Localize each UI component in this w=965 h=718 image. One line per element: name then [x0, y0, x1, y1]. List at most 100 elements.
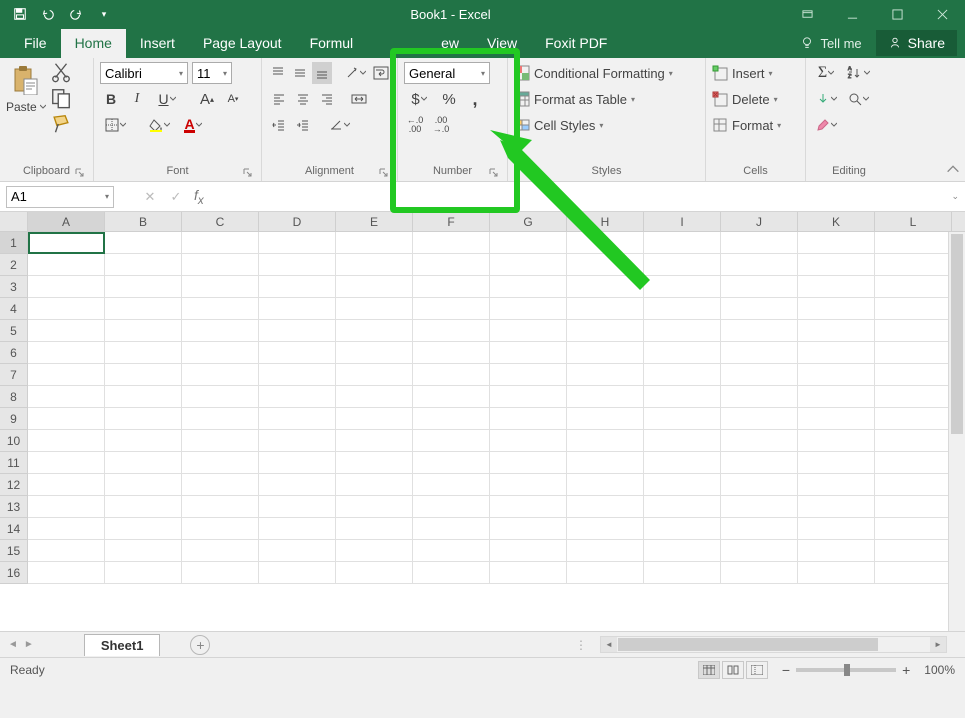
cell[interactable] [413, 298, 490, 320]
tab-split-handle[interactable]: ⋮ [575, 638, 587, 652]
cell[interactable] [567, 540, 644, 562]
cell[interactable] [490, 474, 567, 496]
align-middle-icon[interactable] [290, 62, 310, 84]
cell[interactable] [259, 540, 336, 562]
cell[interactable] [798, 562, 875, 584]
cell[interactable] [644, 474, 721, 496]
cell[interactable] [875, 320, 952, 342]
cell[interactable] [28, 232, 105, 254]
cell[interactable] [336, 364, 413, 386]
cell[interactable] [567, 298, 644, 320]
tab-foxit-pdf[interactable]: Foxit PDF [531, 29, 621, 58]
cell[interactable] [875, 276, 952, 298]
cell[interactable] [336, 254, 413, 276]
col-header[interactable]: D [259, 212, 336, 231]
new-sheet-button[interactable]: + [190, 635, 210, 655]
cell[interactable] [490, 408, 567, 430]
cell[interactable] [182, 562, 259, 584]
cell[interactable] [182, 232, 259, 254]
cell[interactable] [875, 232, 952, 254]
row-header[interactable]: 10 [0, 430, 28, 452]
cell-styles-button[interactable]: Cell Styles▾ [514, 114, 699, 136]
cell[interactable] [721, 562, 798, 584]
fx-icon[interactable]: fx [194, 187, 204, 207]
cell[interactable] [567, 386, 644, 408]
col-header[interactable]: E [336, 212, 413, 231]
cell[interactable] [259, 518, 336, 540]
cell[interactable] [105, 232, 182, 254]
number-launcher-icon[interactable] [489, 168, 499, 178]
tab-file[interactable]: File [10, 29, 61, 58]
cell[interactable] [644, 320, 721, 342]
cell[interactable] [721, 430, 798, 452]
row-header[interactable]: 3 [0, 276, 28, 298]
col-header[interactable]: A [28, 212, 105, 231]
ribbon-options-icon[interactable] [785, 0, 830, 28]
cell[interactable] [644, 364, 721, 386]
cell[interactable] [567, 276, 644, 298]
cell[interactable] [182, 254, 259, 276]
cell[interactable] [798, 342, 875, 364]
paste-button[interactable]: Paste [6, 100, 46, 114]
cell[interactable] [336, 342, 413, 364]
cell[interactable] [28, 408, 105, 430]
shrink-font-button[interactable]: A▾ [222, 88, 244, 110]
cell[interactable] [28, 320, 105, 342]
cell[interactable] [875, 386, 952, 408]
cell[interactable] [413, 364, 490, 386]
cell[interactable] [875, 408, 952, 430]
tab-insert[interactable]: Insert [126, 29, 189, 58]
cell[interactable] [259, 474, 336, 496]
cell[interactable] [182, 364, 259, 386]
cell[interactable] [28, 540, 105, 562]
scroll-right-icon[interactable]: ► [930, 637, 946, 652]
row-header[interactable]: 2 [0, 254, 28, 276]
increase-indent-icon[interactable] [292, 114, 314, 136]
cell[interactable] [721, 386, 798, 408]
cell[interactable] [567, 320, 644, 342]
cell[interactable] [721, 408, 798, 430]
collapse-ribbon-icon[interactable] [945, 161, 961, 177]
sheet-nav-prev-icon[interactable]: ◄ [8, 639, 18, 650]
cell[interactable] [28, 430, 105, 452]
cell[interactable] [182, 452, 259, 474]
col-header[interactable]: K [798, 212, 875, 231]
tab-page-layout[interactable]: Page Layout [189, 29, 296, 58]
cell[interactable] [721, 518, 798, 540]
cell[interactable] [798, 276, 875, 298]
cell[interactable] [490, 386, 567, 408]
paste-icon[interactable] [9, 60, 43, 100]
merge-center-button[interactable] [348, 88, 370, 110]
cell[interactable] [105, 276, 182, 298]
cell[interactable] [413, 232, 490, 254]
cell[interactable] [336, 298, 413, 320]
cell[interactable] [259, 254, 336, 276]
cell[interactable] [875, 518, 952, 540]
cell[interactable] [336, 518, 413, 540]
cell[interactable] [490, 320, 567, 342]
cell[interactable] [413, 562, 490, 584]
cell[interactable] [182, 540, 259, 562]
col-header[interactable]: I [644, 212, 721, 231]
page-break-view-icon[interactable] [746, 661, 768, 679]
cell[interactable] [182, 496, 259, 518]
cell[interactable] [105, 320, 182, 342]
cell[interactable] [105, 518, 182, 540]
cell[interactable] [875, 452, 952, 474]
clipboard-launcher-icon[interactable] [75, 168, 85, 178]
font-launcher-icon[interactable] [243, 168, 253, 178]
cell[interactable] [28, 364, 105, 386]
cell[interactable] [105, 298, 182, 320]
row-header[interactable]: 12 [0, 474, 28, 496]
cell[interactable] [413, 452, 490, 474]
cell[interactable] [644, 232, 721, 254]
cell[interactable] [28, 562, 105, 584]
cell[interactable] [259, 320, 336, 342]
cell[interactable] [336, 386, 413, 408]
cell[interactable] [490, 364, 567, 386]
number-format-select[interactable]: General▾ [404, 62, 490, 84]
border-button[interactable] [100, 114, 130, 136]
cell[interactable] [721, 254, 798, 276]
underline-button[interactable]: U [152, 88, 182, 110]
cell[interactable] [490, 232, 567, 254]
